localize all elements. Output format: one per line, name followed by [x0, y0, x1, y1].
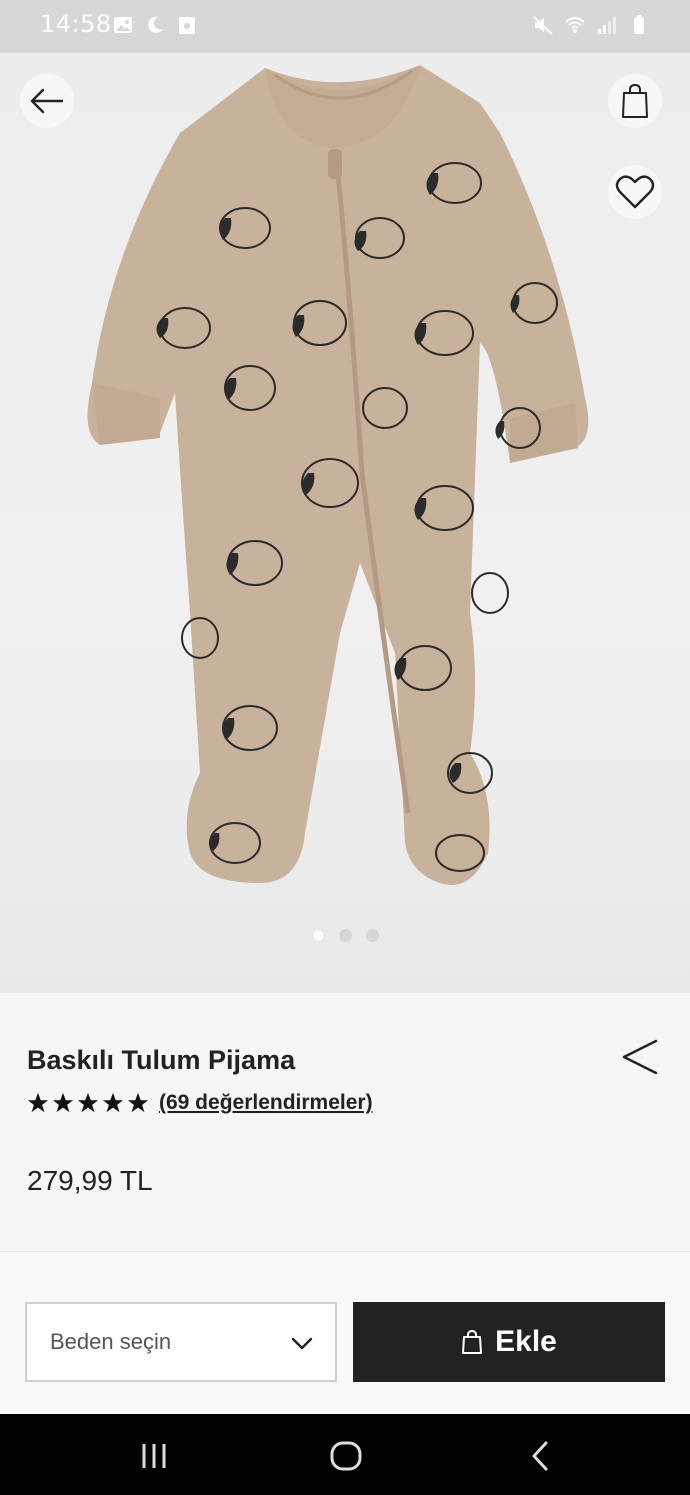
recent-apps-icon — [142, 1444, 166, 1468]
favorite-button[interactable] — [608, 165, 662, 219]
star-icon — [27, 1092, 49, 1113]
chevron-left-icon — [532, 1441, 548, 1471]
share-button[interactable] — [620, 1037, 660, 1077]
heart-icon — [615, 175, 655, 209]
product-image-area[interactable] — [0, 53, 690, 993]
action-bar: Beden seçin Ekle — [0, 1251, 690, 1414]
calendar-icon — [179, 17, 195, 34]
battery-icon — [634, 15, 644, 34]
product-price: 279,99 TL — [27, 1165, 153, 1196]
shopping-bag-button[interactable] — [608, 74, 662, 128]
gallery-icon — [114, 17, 132, 33]
back-button[interactable] — [20, 74, 74, 128]
size-select-label: Beden seçin — [50, 1329, 172, 1354]
product-title: Baskılı Tulum Pijama — [27, 1045, 296, 1075]
pagination-dot-2[interactable] — [338, 929, 352, 942]
rating: (69 değerlendirmeler) — [27, 1091, 373, 1115]
star-icon — [127, 1092, 149, 1113]
shopping-bag-icon — [462, 1329, 483, 1354]
signal-icon — [598, 17, 616, 34]
star-icon — [52, 1092, 74, 1113]
image-pagination — [0, 929, 690, 942]
pagination-dot-3[interactable] — [365, 929, 379, 942]
share-icon — [622, 1039, 658, 1075]
pagination-dot-1[interactable] — [311, 929, 325, 942]
product-info: Baskılı Tulum Pijama (69 değerlendirmele… — [0, 993, 690, 1251]
chevron-down-icon — [291, 1337, 313, 1350]
system-back-button[interactable] — [520, 1438, 560, 1474]
recent-apps-button[interactable] — [134, 1438, 174, 1474]
add-to-bag-label: Ekle — [495, 1325, 557, 1358]
home-icon — [330, 1441, 362, 1471]
size-select[interactable]: Beden seçin — [25, 1302, 337, 1382]
star-icon — [102, 1092, 124, 1113]
shopping-bag-icon — [622, 83, 648, 118]
star-icon — [77, 1092, 99, 1113]
add-to-bag-button[interactable]: Ekle — [353, 1302, 665, 1382]
system-nav-bar — [0, 1414, 690, 1495]
status-time: 14:58 — [40, 10, 112, 38]
product-image — [87, 65, 589, 885]
rating-stars — [27, 1092, 149, 1114]
mute-icon — [533, 16, 553, 35]
home-button[interactable] — [326, 1438, 366, 1474]
wifi-icon — [565, 17, 585, 33]
moon-icon — [148, 16, 163, 33]
reviews-link[interactable]: (69 değerlendirmeler) — [159, 1091, 373, 1115]
arrow-left-icon — [30, 88, 64, 114]
status-bar: 14:58 — [0, 0, 690, 53]
